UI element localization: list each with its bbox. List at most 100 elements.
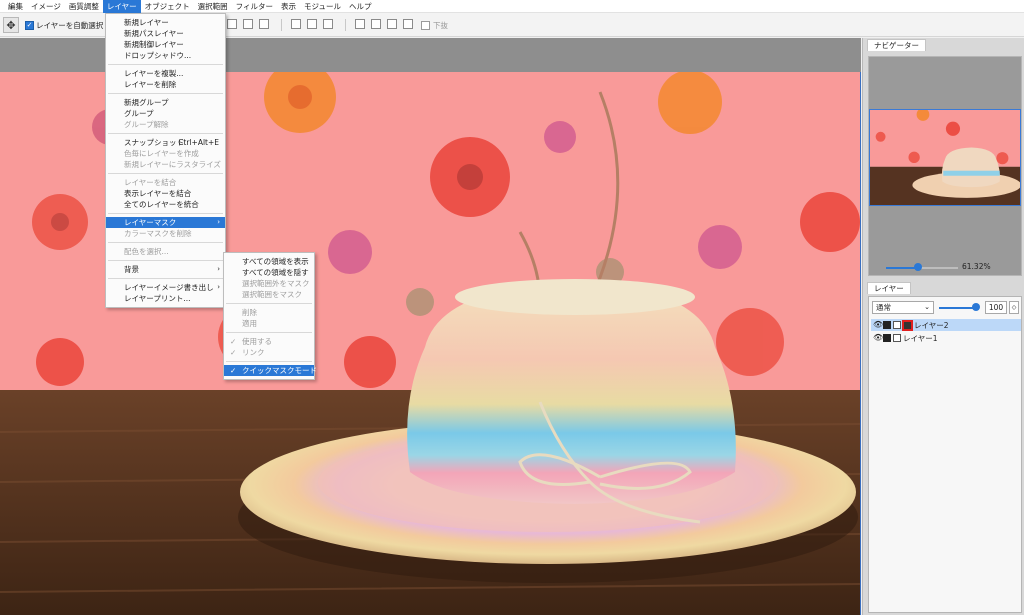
chevron-down-icon: ⌄ [924,303,930,311]
tab-navigator[interactable]: ナビゲーター [867,39,926,51]
layer_menu-item-12[interactable]: スナップショット Ctrl+Alt+E [106,137,225,148]
chevron-right-icon: › [217,265,220,273]
menu-item-label: 色毎にレイヤーを作成 [124,149,199,158]
menu-layer[interactable]: レイヤー [102,0,141,13]
menu-separator [108,260,223,261]
layer-row-layer2[interactable]: 👁 レイヤー2 [871,319,1021,331]
menu-item-label: 配色を選択... [124,247,169,256]
layer-thumbnail-icon [883,334,891,342]
menu-object[interactable]: オブジェクト [141,0,194,13]
menu-separator [108,64,223,65]
layer_menu-item-28[interactable]: レイヤープリント... [106,293,225,304]
mask_submenu-item-0[interactable]: すべての領域を表示 [224,256,314,267]
mask_submenu-item-1[interactable]: すべての領域を隠す [224,267,314,278]
mask_submenu-item-8: ✓ 使用する [224,336,314,347]
layer_menu-item-21: カラーマスクを削除 [106,228,225,239]
align-left-icon[interactable] [227,19,237,29]
opacity-slider-handle[interactable] [972,303,980,311]
toolbar-divider [281,19,282,31]
align-buttons [227,19,416,31]
align-bottom-icon[interactable] [323,19,333,29]
opacity-input[interactable]: 100 [985,301,1007,314]
layer_menu-item-8[interactable]: 新規グループ [106,97,225,108]
layer_menu-item-25[interactable]: 背景 › [106,264,225,275]
mask_submenu-item-6: 適用 [224,318,314,329]
distribute-spacing-icon[interactable] [387,19,397,29]
navigator-thumbnail[interactable] [869,109,1021,206]
distribute-vertical-icon[interactable] [371,19,381,29]
align-right-icon[interactable] [259,19,269,29]
menu-item-label: リンク [242,348,265,357]
menu-item-label: 全てのレイヤーを統合 [124,200,199,209]
zoom-slider-handle[interactable] [914,263,923,271]
menu-item-label: すべての領域を隠す [242,268,309,277]
distribute-horizontal-icon[interactable] [355,19,365,29]
chevron-right-icon: › [217,218,220,226]
menu-help[interactable]: ヘルプ [345,0,376,13]
opacity-spinner-icon[interactable]: ◇ [1009,301,1019,314]
menu-filter[interactable]: フィルター [232,0,277,13]
layer_menu-item-18[interactable]: 全てのレイヤーを統合 [106,199,225,210]
menu-adjust[interactable]: 画質調整 [65,0,103,13]
layer_menu-item-27[interactable]: レイヤーイメージ書き出し › [106,282,225,293]
eye-icon[interactable]: 👁 [873,334,883,342]
menu-item-label: レイヤーイメージ書き出し [124,283,214,292]
layer_menu-item-17[interactable]: 表示レイヤーを結合 [106,188,225,199]
mask_submenu-item-5: 削除 [224,307,314,318]
menu-item-label: 選択範囲をマスク [242,290,302,299]
layer-row-layer1[interactable]: 👁 レイヤー1 [871,332,1021,344]
menu-edit[interactable]: 編集 [0,0,27,13]
menu-item-label: 新規グループ [124,98,169,107]
layer-mask-submenu: すべての領域を表示 すべての領域を隠す 選択範囲外をマスク 選択範囲をマスク削除 適用 ✓… [223,252,317,380]
mask_submenu-item-9: ✓ リンク [224,347,314,358]
navigator-preview [870,110,1020,205]
menu-selection[interactable]: 選択範囲 [194,0,232,13]
move-tool-icon[interactable]: ✥ [3,17,19,33]
layer_menu-item-0[interactable]: 新規レイヤー [106,17,225,28]
layer_menu-item-16: レイヤーを結合 [106,177,225,188]
zoom-control: 61.32% [868,260,1022,274]
menu-view[interactable]: 表示 [277,0,300,13]
distribute-center-icon[interactable] [403,19,413,29]
layer_menu-item-23: 配色を選択... [106,246,225,257]
menu-item-label: 表示レイヤーを結合 [124,189,192,198]
menu-image[interactable]: イメージ [27,0,65,13]
eye-icon[interactable]: 👁 [873,321,883,329]
layer_menu-item-20[interactable]: レイヤーマスク › [106,217,225,228]
chevron-right-icon: › [217,283,220,291]
mask_submenu-item-3: 選択範囲をマスク [224,289,314,300]
layer-mask-icon[interactable] [902,319,913,331]
menu-item-label: グループ [124,109,154,118]
auto-select-checkbox[interactable]: ✓ [25,21,34,30]
tab-layers[interactable]: レイヤー [867,282,911,294]
blend-mode-select[interactable]: 通常 ⌄ [872,301,934,314]
menu-separator [108,278,223,279]
layer_menu-item-5[interactable]: レイヤーを複製... [106,68,225,79]
align-center-icon[interactable] [243,19,253,29]
menu-separator [108,133,223,134]
checkmark-icon: ✓ [230,366,237,375]
right-panel: ナビゲーター 61.32% レイヤー 通常 ⌄ 100 ◇ 👁 レイヤー2 👁 … [862,38,1024,615]
align-top-icon[interactable] [291,19,301,29]
menu-item-label: 新規パスレイヤー [124,29,184,38]
layer_menu-item-1[interactable]: 新規パスレイヤー [106,28,225,39]
menu-item-label: レイヤーを結合 [124,178,177,187]
mask_submenu-item-2: 選択範囲外をマスク [224,278,314,289]
layer_menu-item-2[interactable]: 新規制御レイヤー [106,39,225,50]
menu-separator [108,242,223,243]
layer_menu-item-9[interactable]: グループ [106,108,225,119]
bottom-checkbox[interactable] [421,21,430,30]
menu-item-label: すべての領域を表示 [242,257,309,266]
zoom-percentage: 61.32% [962,262,991,271]
align-middle-icon[interactable] [307,19,317,29]
menu-item-label: レイヤーマスク [124,218,177,227]
menu-module[interactable]: モジュール [300,0,345,13]
layer_menu-item-3[interactable]: ドロップシャドウ... [106,50,225,61]
layer_menu-item-6[interactable]: レイヤーを削除 [106,79,225,90]
menu-separator [108,93,223,94]
menu-item-label: クイックマスクモード [242,366,317,375]
layer_menu-item-14: 新規レイヤーにラスタライズ [106,159,225,170]
layer-menu: 新規レイヤー 新規パスレイヤー 新規制御レイヤー ドロップシャドウ... レイヤーを複製… [105,13,226,308]
menu-item-shortcut: Ctrl+Alt+E [178,138,219,147]
mask_submenu-item-11[interactable]: ✓ クイックマスクモード [224,365,317,376]
